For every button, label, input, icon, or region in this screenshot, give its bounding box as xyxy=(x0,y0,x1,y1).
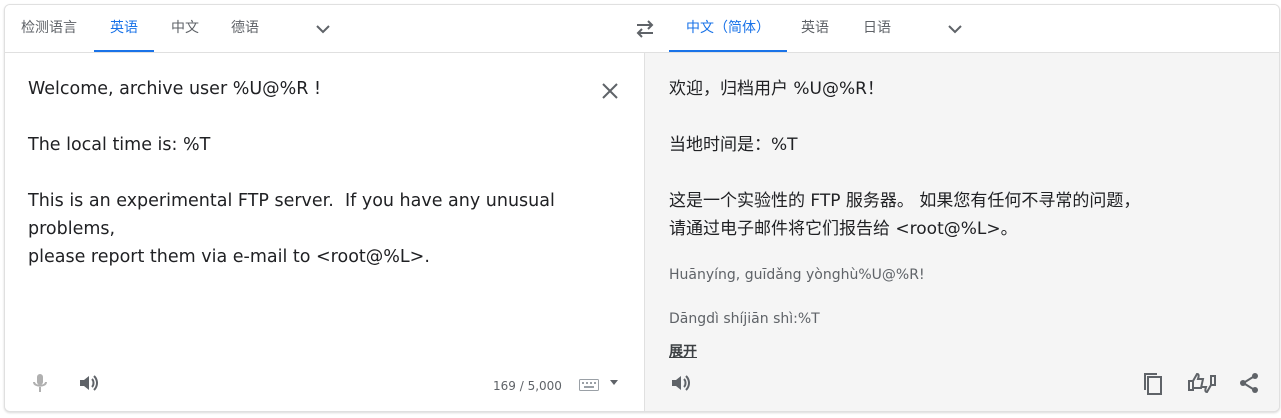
tab-detect-language[interactable]: 检测语言 xyxy=(5,5,93,52)
character-counter: 169 / 5,000 xyxy=(493,379,562,393)
translate-card: 检测语言 英语 中文 德语 中文（简体） 英语 日语 Welcome, arch… xyxy=(4,4,1280,412)
translation-output: 欢迎，归档用户 %U@%R！ 当地时间是：%T 这是一个实验性的 FTP 服务器… xyxy=(669,79,1141,239)
speaker-icon[interactable] xyxy=(77,371,101,395)
microphone-icon[interactable] xyxy=(29,371,51,395)
tab-source-german[interactable]: 德语 xyxy=(215,5,275,52)
tab-source-chinese[interactable]: 中文 xyxy=(155,5,215,52)
tab-source-english[interactable]: 英语 xyxy=(94,5,154,52)
tab-target-english[interactable]: 英语 xyxy=(787,5,843,52)
target-pane: 欢迎，归档用户 %U@%R！ 当地时间是：%T 这是一个实验性的 FTP 服务器… xyxy=(644,53,1279,411)
pinyin-line: Huānyíng, guīdǎng yònghù%U@%R! xyxy=(669,267,925,283)
language-bar: 检测语言 英语 中文 德语 中文（简体） 英语 日语 xyxy=(5,5,1279,53)
speaker-icon[interactable] xyxy=(669,371,693,395)
rate-translation-icon[interactable] xyxy=(1187,371,1217,395)
expand-link[interactable]: 展开 xyxy=(669,341,697,361)
copy-icon[interactable] xyxy=(1141,371,1165,397)
tab-target-chinese-simplified[interactable]: 中文（简体） xyxy=(669,5,787,52)
swap-languages-icon[interactable] xyxy=(633,19,657,39)
target-lang-dropdown-icon[interactable] xyxy=(945,19,965,39)
close-icon[interactable] xyxy=(598,79,622,103)
keyboard-menu-icon[interactable] xyxy=(609,379,619,387)
source-lang-dropdown-icon[interactable] xyxy=(313,19,333,39)
pinyin-line: Dāngdì shíjiān shì:%T xyxy=(669,311,820,327)
share-icon[interactable] xyxy=(1237,371,1261,395)
source-pane: Welcome, archive user %U@%R ! The local … xyxy=(5,53,643,411)
source-textarea[interactable]: Welcome, archive user %U@%R ! The local … xyxy=(28,75,588,271)
tab-target-japanese[interactable]: 日语 xyxy=(849,5,905,52)
keyboard-icon[interactable] xyxy=(579,379,599,391)
